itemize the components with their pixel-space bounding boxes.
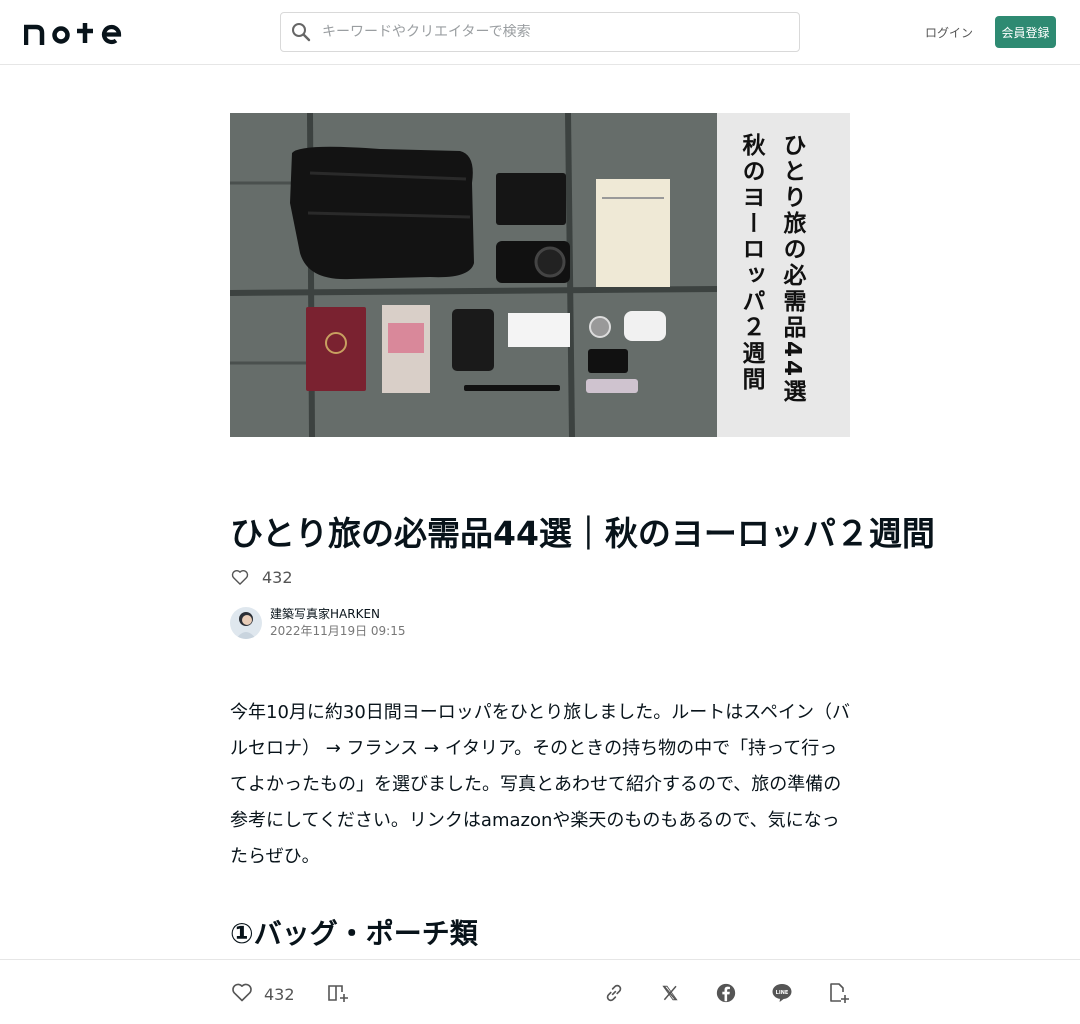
search-input[interactable] xyxy=(322,24,762,40)
like-button[interactable]: 432 xyxy=(230,980,295,1008)
bottom-action-bar: 432 LINE xyxy=(0,959,1080,1024)
avatar[interactable] xyxy=(230,607,262,639)
hero-caption-line2: 秋のヨーロッパ２週間 xyxy=(738,133,764,393)
heart-icon[interactable] xyxy=(230,980,254,1008)
author-meta: 建築写真家HARKEN 2022年11月19日 09:15 xyxy=(270,606,405,640)
publish-date: 2022年11月19日 09:15 xyxy=(270,624,406,638)
svg-text:LINE: LINE xyxy=(776,990,789,996)
search-box[interactable] xyxy=(280,12,800,52)
note-logo[interactable] xyxy=(24,19,124,45)
author-block[interactable]: 建築写真家HARKEN 2022年11月19日 09:15 xyxy=(230,607,405,639)
line-icon[interactable]: LINE xyxy=(770,981,794,1005)
article-body: 今年10月に約30日間ヨーロッパをひとり旅しました。ルートはスペイン（バルセロナ… xyxy=(230,702,851,867)
note-add-icon[interactable] xyxy=(826,981,850,1005)
hero-caption: ひとり旅の必需品44選 秋のヨーロッパ２週間 xyxy=(717,113,850,437)
like-count: 432 xyxy=(264,984,295,1004)
article-title: ひとり旅の必需品44選｜秋のヨーロッパ２週間 xyxy=(230,514,935,553)
hero-image: ひとり旅の必需品44選 秋のヨーロッパ２週間 xyxy=(230,113,850,437)
like-count: 432 xyxy=(262,567,293,587)
site-header: ログイン 会員登録 xyxy=(0,0,1080,65)
signup-button[interactable]: 会員登録 xyxy=(995,16,1056,48)
link-icon[interactable] xyxy=(602,981,626,1005)
search-icon[interactable] xyxy=(290,21,312,43)
login-button[interactable]: ログイン xyxy=(920,16,978,48)
facebook-icon[interactable] xyxy=(714,981,738,1005)
magazine-add-icon[interactable] xyxy=(326,981,350,1005)
section-heading: ①バッグ・ポーチ類 xyxy=(230,917,478,950)
like-summary[interactable]: 432 xyxy=(230,566,293,588)
author-name[interactable]: 建築写真家HARKEN xyxy=(270,606,405,622)
hero-caption-line1: ひとり旅の必需品44選 xyxy=(779,133,805,406)
heart-icon[interactable] xyxy=(230,567,250,587)
x-icon[interactable] xyxy=(658,981,682,1005)
